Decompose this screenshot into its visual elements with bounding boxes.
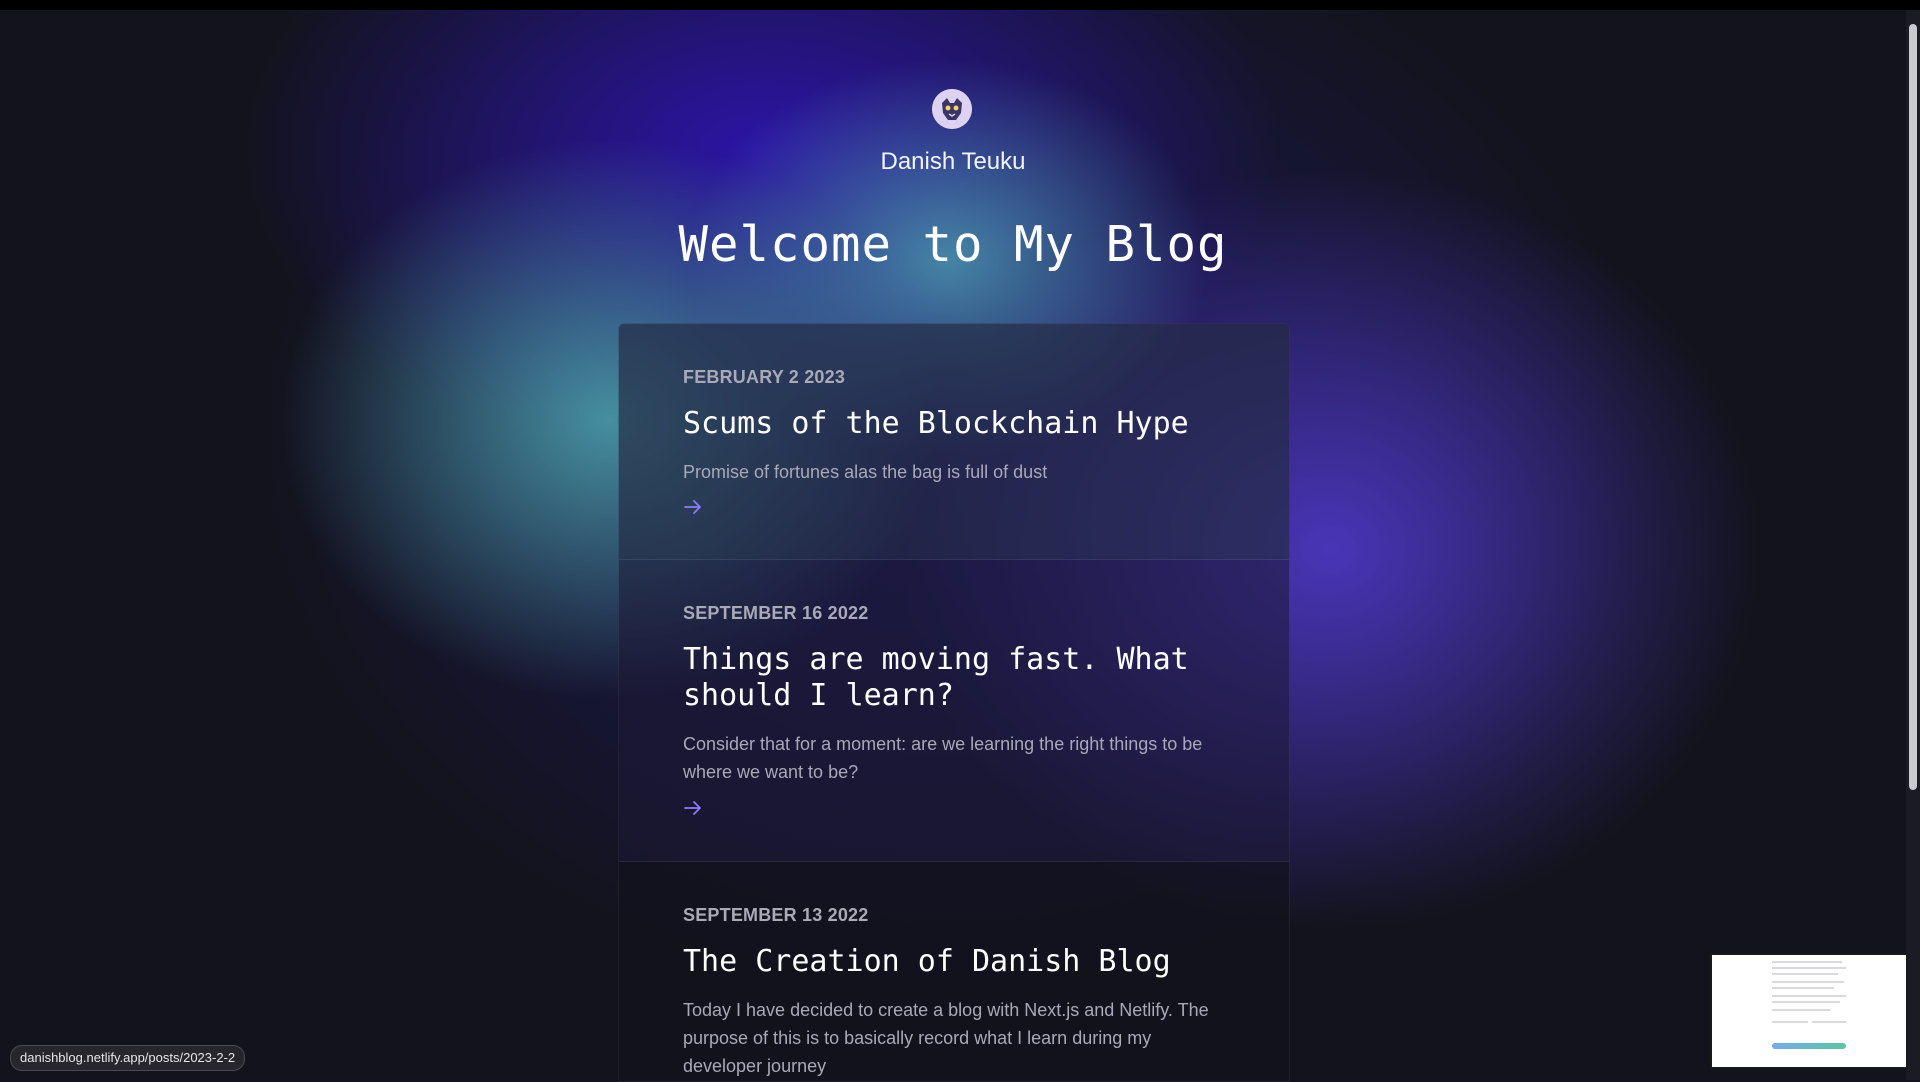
minimap-line (1772, 967, 1846, 969)
author-name: Danish Teuku (880, 148, 1026, 175)
minimap-line (1772, 995, 1846, 997)
post-card[interactable]: SEPTEMBER 13 2022 The Creation of Danish… (619, 862, 1289, 1081)
post-card[interactable]: FEBRUARY 2 2023 Scums of the Blockchain … (619, 324, 1289, 560)
minimap-line (1772, 973, 1838, 975)
scrollbar-thumb[interactable] (1909, 24, 1917, 790)
arrow-right-icon[interactable] (683, 497, 703, 517)
post-excerpt: Today I have decided to create a blog wi… (683, 1000, 1209, 1076)
post-title[interactable]: The Creation of Danish Blog (683, 944, 1225, 980)
minimap-line (1772, 981, 1844, 983)
minimap-line (1772, 987, 1834, 989)
avatar[interactable] (932, 89, 972, 129)
post-title[interactable]: Things are moving fast. What should I le… (683, 642, 1225, 714)
post-list: FEBRUARY 2 2023 Scums of the Blockchain … (618, 323, 1290, 1082)
avatar-icon (932, 89, 972, 129)
post-card[interactable]: SEPTEMBER 16 2022 Things are moving fast… (619, 560, 1289, 862)
page-minimap-preview[interactable] (1710, 953, 1908, 1069)
minimap-line (1772, 1001, 1840, 1003)
scrollbar[interactable] (1906, 10, 1920, 1080)
minimap-line (1772, 961, 1842, 963)
post-excerpt: Promise of fortunes alas the bag is full… (683, 462, 1048, 482)
post-date: SEPTEMBER 13 2022 (683, 905, 869, 925)
page-title: Welcome to My Blog (678, 216, 1228, 273)
status-bar-link-url: danishblog.netlify.app/posts/2023-2-2 (10, 1045, 246, 1071)
post-date: SEPTEMBER 16 2022 (683, 603, 869, 623)
minimap-line (1812, 1021, 1846, 1023)
browser-top-bar (0, 0, 1920, 10)
minimap-line (1772, 1021, 1808, 1023)
minimap-line (1772, 1009, 1830, 1011)
post-date: FEBRUARY 2 2023 (683, 367, 846, 387)
post-title[interactable]: Scums of the Blockchain Hype (683, 406, 1225, 442)
minimap-gradient-bar (1772, 1043, 1846, 1049)
arrow-right-icon[interactable] (683, 798, 703, 818)
post-excerpt: Consider that for a moment: are we learn… (683, 734, 1203, 782)
